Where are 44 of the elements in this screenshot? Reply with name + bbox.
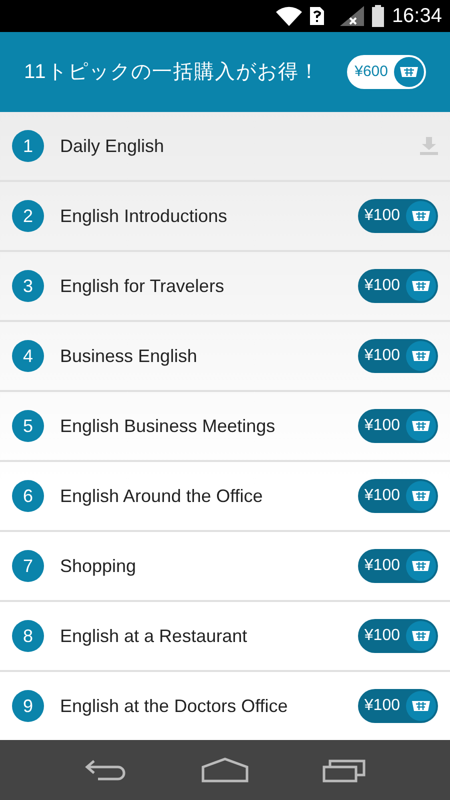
topic-number: 1 [12,130,44,162]
topic-title[interactable]: English at a Restaurant [60,622,342,650]
buy-button[interactable]: ¥100 [358,409,438,443]
topic-title[interactable]: English Business Meetings [60,412,342,440]
topic-title[interactable]: English Around the Office [60,482,342,510]
cart-icon [412,280,430,292]
topic-number: 7 [12,550,44,582]
buy-button[interactable]: ¥100 [358,549,438,583]
topic-title[interactable]: English for Travelers [60,272,342,300]
buy-button[interactable]: ¥100 [358,269,438,303]
buy-button[interactable]: ¥100 [358,339,438,373]
cart-icon [412,490,430,502]
topic-number: 6 [12,480,44,512]
buy-button[interactable]: ¥100 [358,199,438,233]
cart-icon [412,350,430,362]
topic-title[interactable]: Business English [60,342,342,370]
bundle-buy-button[interactable]: ¥600 [346,55,426,89]
topic-title[interactable]: Daily English [60,132,404,160]
sim-card-icon [310,7,324,25]
topic-number: 2 [12,200,44,232]
cart-icon [400,66,418,78]
topic-number: 4 [12,340,44,372]
cart-icon [412,210,430,222]
battery-icon [372,5,384,27]
topic-title[interactable]: Shopping [60,552,342,580]
cart-icon [412,560,430,572]
promo-title: 11トピックの一括購入がお得！ [24,60,320,85]
buy-button[interactable]: ¥100 [358,479,438,513]
home-icon[interactable] [200,757,249,783]
topic-number: 5 [12,410,44,442]
wifi-icon [276,6,302,26]
recent-apps-icon[interactable] [322,757,366,783]
topic-number: 3 [12,270,44,302]
cart-icon [412,630,430,642]
cart-icon [412,420,430,432]
topic-number: 8 [12,620,44,652]
time: 16:34 [392,4,442,29]
cart-icon [412,700,430,712]
topic-number: 9 [12,690,44,722]
topic-title[interactable]: English Introductions [60,202,342,230]
buy-button[interactable]: ¥100 [358,619,438,653]
buy-button[interactable]: ¥100 [358,689,438,723]
signal-icon [340,6,364,26]
topic-title[interactable]: English at the Doctors Office [60,692,342,720]
